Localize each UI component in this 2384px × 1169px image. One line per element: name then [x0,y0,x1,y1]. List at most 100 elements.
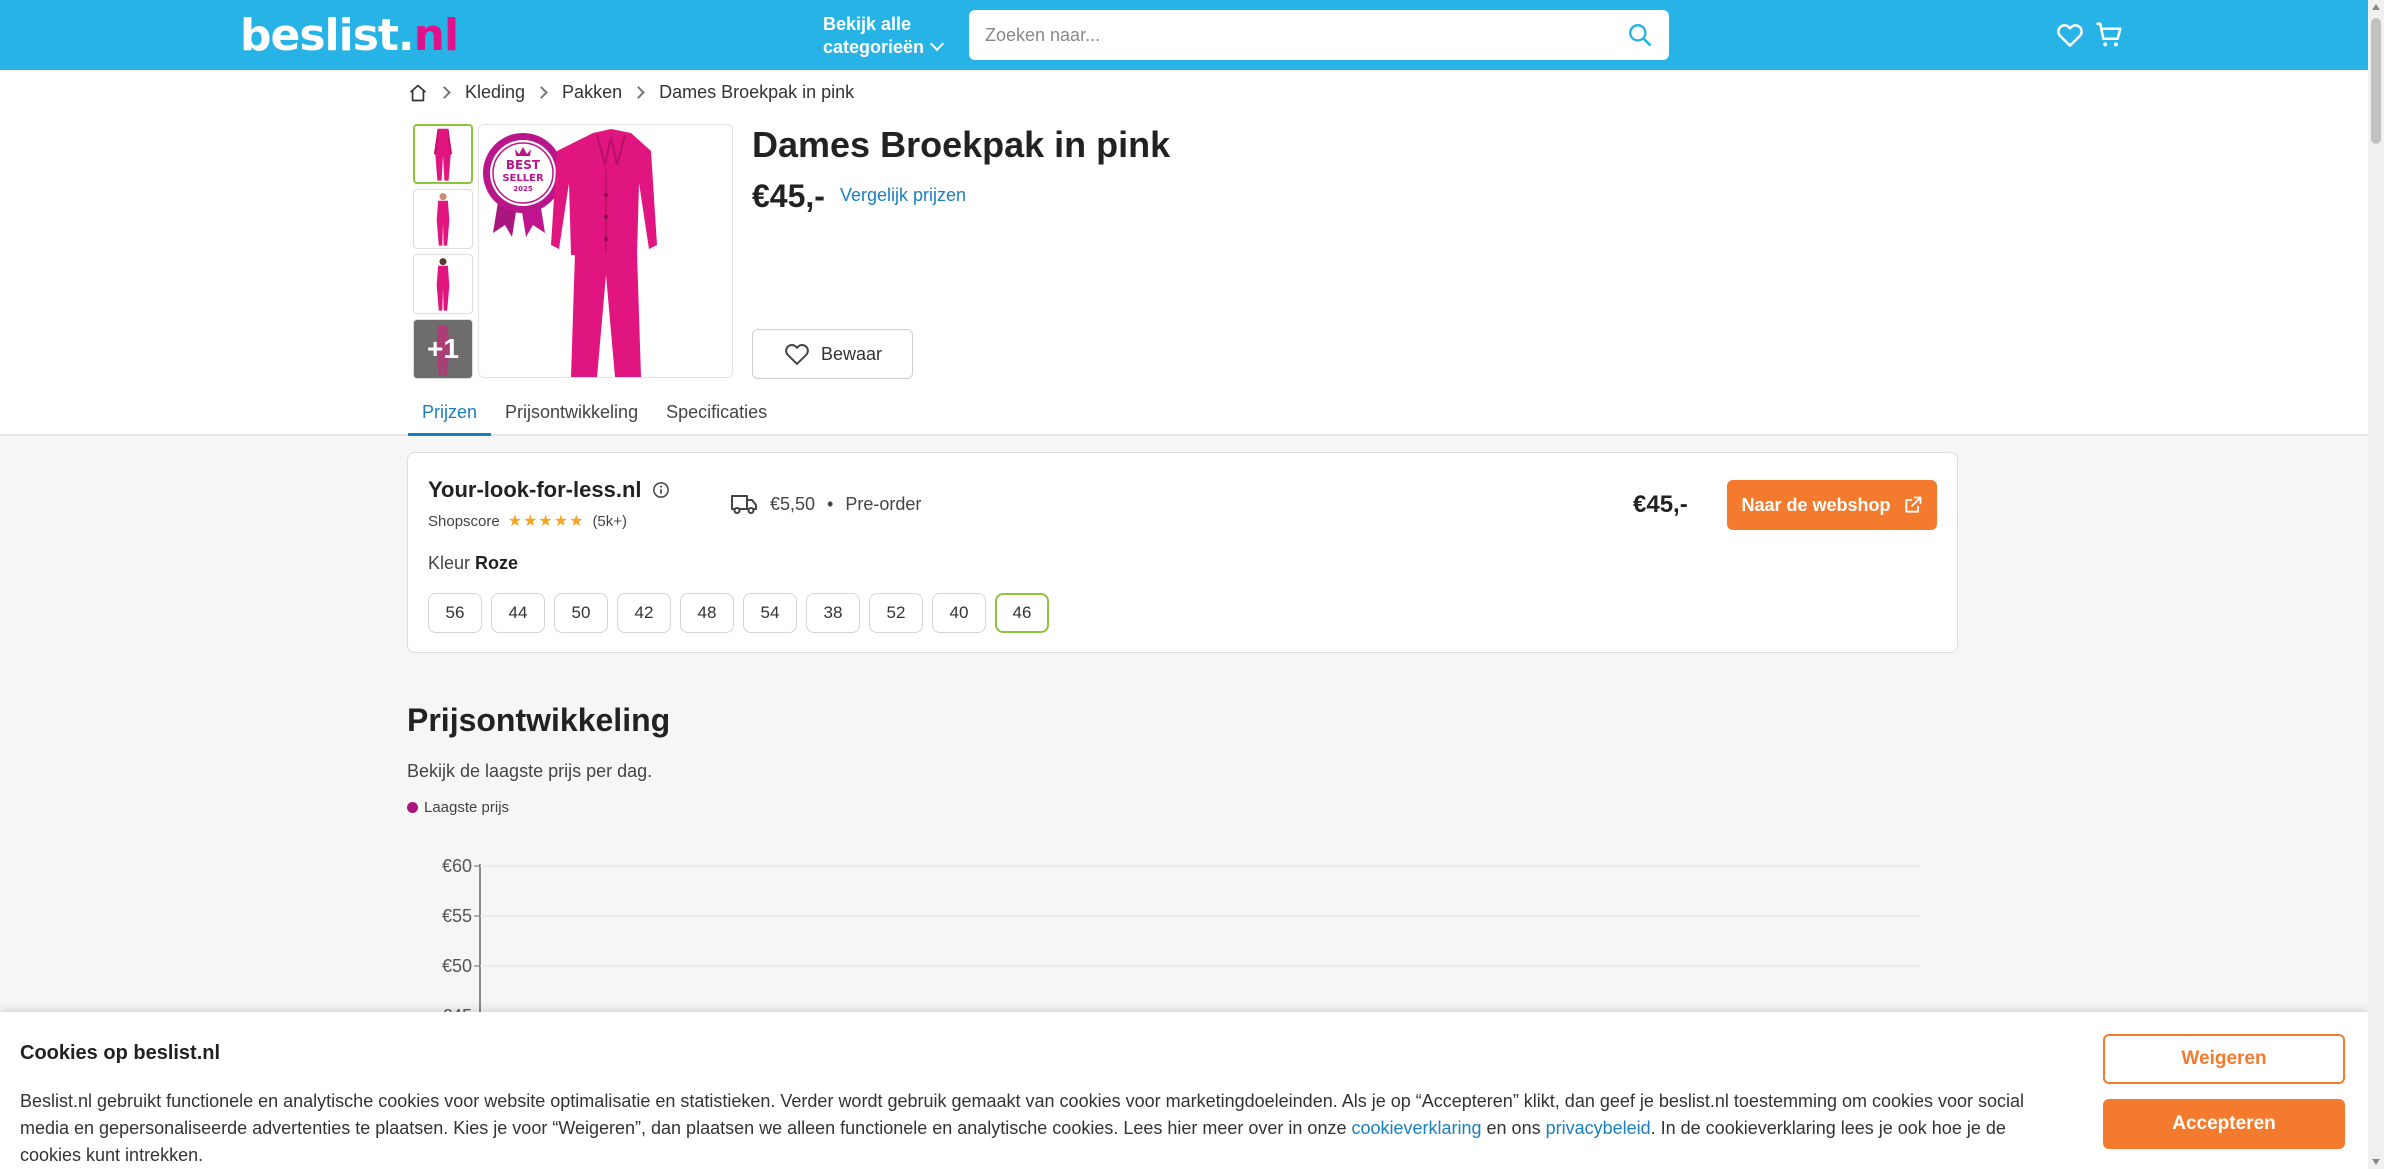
logo-text: beslist [240,10,399,61]
chevron-down-icon [929,36,945,52]
product-tabs: Prijzen Prijsontwikkeling Specificaties [408,394,781,436]
size-option[interactable]: 44 [491,593,545,633]
chart-legend: Laagste prijs [407,799,509,816]
size-options: 56 44 50 42 48 54 38 52 40 46 [428,593,1049,633]
svg-text:2025: 2025 [513,185,533,193]
top-header: beslist.nl Bekijk alle categorieën [0,0,2368,70]
cookie-text-part2: en ons [1481,1118,1546,1138]
tab-specificaties[interactable]: Specificaties [652,394,781,436]
rating-stars-icon: ★★★★★ [507,513,585,530]
breadcrumb-item-kleding[interactable]: Kleding [465,82,525,103]
size-option-selected[interactable]: 46 [995,593,1049,633]
home-icon[interactable] [408,83,428,103]
cookie-title: Cookies op beslist.nl [20,1042,221,1064]
categories-label-line2: categorieën [823,37,925,57]
shopscore-row: Shopscore ★★★★★ (5k+) [428,511,627,531]
shop-name[interactable]: Your-look-for-less.nl [428,477,642,503]
color-label: Kleur [428,553,471,573]
shipping-cost: €5,50 [770,493,816,514]
shopscore-label: Shopscore [428,512,500,530]
breadcrumb-separator-icon [535,86,548,99]
heart-icon[interactable] [2055,20,2085,50]
pink-suit-illustration [551,129,657,377]
thumbnail-2[interactable] [413,189,473,249]
legend-label: Laagste prijs [424,799,510,816]
shipping-info: €5,50 • Pre-order [730,493,921,515]
search-bar [969,10,1669,60]
availability: Pre-order [845,493,922,514]
breadcrumb-separator-icon [632,86,645,99]
scroll-up-arrow-icon[interactable] [2372,4,2380,10]
offer-card: Your-look-for-less.nl Shopscore ★★★★★ (5… [407,452,1958,653]
cookie-statement-link[interactable]: cookieverklaring [1351,1118,1481,1138]
cookie-text: Beslist.nl gebruikt functionele en analy… [20,1088,2060,1169]
delivery-truck-icon [731,495,757,514]
compare-prices-link[interactable]: Vergelijk prijzen [840,185,966,206]
size-option[interactable]: 40 [932,593,986,633]
svg-text:SELLER: SELLER [502,173,544,184]
size-option[interactable]: 54 [743,593,797,633]
best-seller-badge-icon: BEST SELLER 2025 [483,133,563,237]
chart-y-tick-label: €55 [442,906,472,926]
breadcrumb-separator-icon [438,86,451,99]
price-development-title: Prijsontwikkeling [407,702,671,738]
thumbnail-more[interactable]: +1 [413,319,473,379]
size-option[interactable]: 52 [869,593,923,633]
suit-thumbnail-image [436,258,450,311]
privacy-policy-link[interactable]: privacybeleid [1546,1118,1651,1138]
breadcrumb-item-pakken[interactable]: Pakken [562,82,622,103]
size-option[interactable]: 38 [806,593,860,633]
page-scrollbar[interactable] [2368,0,2384,1169]
logo[interactable]: beslist.nl [240,10,459,61]
svg-text:BEST: BEST [506,158,541,172]
size-option[interactable]: 48 [680,593,734,633]
price-chart: €60€55€50€45 [442,856,1920,1015]
thumbnail-1[interactable] [413,124,473,184]
size-option[interactable]: 50 [554,593,608,633]
legend-marker [407,802,418,813]
go-to-webshop-button[interactable]: Naar de webshop [1727,480,1937,530]
breadcrumb: Kleding Pakken Dames Broekpak in pink [408,82,854,103]
price-development-subtitle: Bekijk de laagste prijs per dag. [407,761,653,781]
suit-thumbnail-image [436,193,450,246]
size-option[interactable]: 42 [617,593,671,633]
tab-prijsontwikkeling[interactable]: Prijsontwikkeling [491,394,652,436]
search-icon[interactable] [1627,22,1653,48]
size-option[interactable]: 56 [428,593,482,633]
search-input[interactable] [969,10,1569,60]
save-button[interactable]: Bewaar [752,329,913,379]
review-count: (5k+) [592,512,628,530]
thumbnail-3[interactable] [413,254,473,314]
chart-y-tick-label: €50 [442,956,472,976]
product-header-region [0,70,2368,436]
more-images-count: +1 [427,333,459,364]
decline-cookies-button[interactable]: Weigeren [2103,1034,2345,1084]
logo-tld: nl [413,10,459,61]
heart-icon [785,344,809,366]
color-row: Kleur Roze [428,553,518,574]
accept-cookies-button[interactable]: Accepteren [2103,1099,2345,1149]
product-title: Dames Broekpak in pink [752,124,1171,165]
tab-prijzen[interactable]: Prijzen [408,394,492,436]
product-image: BEST SELLER 2025 [483,129,657,377]
offer-price: €45,- [1633,491,1688,518]
cart-icon[interactable] [2094,20,2124,50]
thumbnail-list: +1 [413,124,473,384]
cookie-banner: Cookies op beslist.nl Beslist.nl gebruik… [0,1012,2368,1169]
categories-menu-button[interactable]: Bekijk alle categorieën [823,13,945,59]
info-icon[interactable] [652,481,670,499]
product-price: €45,- [752,178,825,214]
product-main-image[interactable]: BEST SELLER 2025 [478,124,733,378]
logo-dot: . [397,10,415,61]
shop-name-row: Your-look-for-less.nl [428,477,670,503]
suit-thumbnail-image [433,128,453,181]
save-button-label: Bewaar [820,343,883,364]
bullet-separator: • [827,493,834,514]
scroll-down-arrow-icon[interactable] [2372,1159,2380,1165]
scroll-thumb[interactable] [2371,18,2381,144]
breadcrumb-item-current: Dames Broekpak in pink [659,82,855,102]
color-value: Roze [475,553,519,573]
webshop-button-label: Naar de webshop [1741,494,1891,515]
chart-y-tick-label: €60 [442,856,472,876]
categories-label-line1: Bekijk alle [823,14,912,34]
